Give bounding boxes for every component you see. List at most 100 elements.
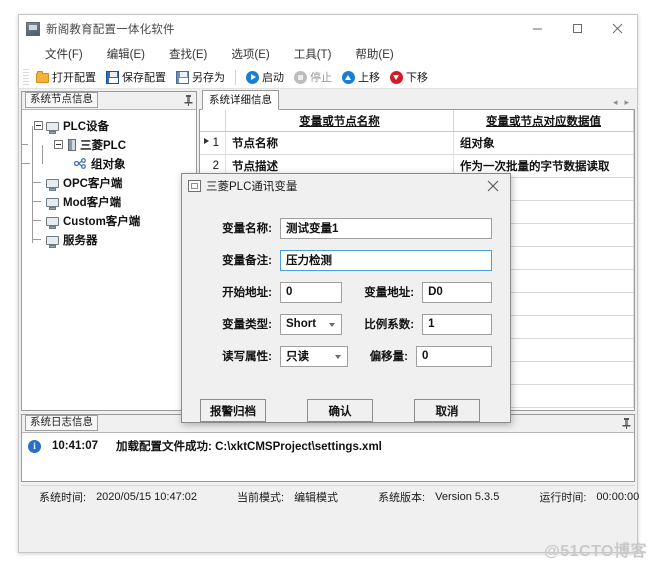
system-node-tree: PLC设备 三菱PLC: [22, 110, 196, 410]
scroll-right-icon[interactable]: ▸: [624, 98, 629, 107]
tab-system-detail[interactable]: 系统详细信息: [202, 90, 279, 110]
start-address-input[interactable]: 0: [280, 282, 342, 303]
tree-connector-line: [32, 220, 41, 221]
menu-find[interactable]: 查找(E): [157, 43, 219, 66]
rw-attribute-value: 只读: [286, 348, 309, 364]
close-icon[interactable]: [597, 15, 637, 42]
system-node-panel-title: 系统节点信息: [25, 92, 98, 108]
minimize-icon[interactable]: [517, 15, 557, 42]
tree-node-label: OPC客户端: [63, 175, 122, 191]
system-log-panel-title: 系统日志信息: [25, 415, 98, 431]
stop-icon: [294, 71, 307, 84]
status-version-label: 系统版本:: [378, 489, 425, 505]
var-remark-input[interactable]: 压力检测: [280, 250, 492, 271]
pin-icon[interactable]: [182, 94, 194, 107]
status-bar: 系统时间: 2020/05/15 10:47:02 当前模式: 编辑模式 系统版…: [21, 485, 635, 508]
window-controls: [517, 15, 637, 42]
open-config-label: 打开配置: [52, 69, 96, 85]
tree-node-group-object[interactable]: 组对象: [28, 154, 196, 173]
menu-options[interactable]: 选项(E): [219, 43, 281, 66]
tree-node-mitsubishi-plc[interactable]: 三菱PLC: [28, 135, 196, 154]
toolbar-grip[interactable]: [23, 69, 29, 85]
log-message: 加载配置文件成功: C:\xktCMSProject\settings.xml: [116, 438, 382, 454]
tree-connector-line: [32, 239, 41, 240]
tree-node-server[interactable]: 服务器: [28, 230, 196, 249]
window-title: 新阁教育配置一体化软件: [46, 21, 175, 37]
stop-label: 停止: [310, 69, 332, 85]
dialog-title-bar: 三菱PLC通讯变量: [182, 174, 510, 198]
scroll-left-icon[interactable]: ◂: [613, 98, 618, 107]
tree-node-opc-client[interactable]: OPC客户端: [28, 173, 196, 192]
start-button[interactable]: 启动: [241, 68, 289, 86]
var-type-label: 变量类型:: [200, 316, 280, 332]
confirm-button[interactable]: 确认: [307, 399, 373, 422]
dialog-icon: [188, 180, 201, 192]
main-window: 新阁教育配置一体化软件 文件(F) 编辑(E) 查找(E) 选项(E) 工具(T…: [18, 14, 638, 553]
move-down-button[interactable]: 下移: [385, 68, 433, 86]
rw-attribute-label: 读写属性:: [200, 348, 280, 364]
menu-file[interactable]: 文件(F): [33, 43, 95, 66]
maximize-icon[interactable]: [557, 15, 597, 42]
status-runtime: 运行时间: 00:00:00: [539, 489, 639, 505]
pin-icon[interactable]: [620, 417, 632, 430]
computer-icon: [46, 217, 59, 226]
var-name-input[interactable]: 测试变量1: [280, 218, 492, 239]
system-node-panel: 系统节点信息 PLC设备: [21, 91, 197, 411]
move-up-button[interactable]: 上移: [337, 68, 385, 86]
field-row-var-name: 变量名称: 测试变量1: [200, 212, 492, 244]
ratio-label: 比例系数:: [364, 316, 414, 332]
field-row-rw: 读写属性: 只读 偏移量: 0: [200, 340, 492, 372]
save-config-button[interactable]: 保存配置: [101, 68, 171, 86]
field-row-type: 变量类型: Short 比例系数: 1: [200, 308, 492, 340]
chevron-down-icon: [335, 355, 341, 359]
table-row[interactable]: 1 节点名称 组对象: [200, 132, 634, 155]
status-system-time-value: 2020/05/15 10:47:02: [96, 491, 197, 503]
toolbar: 打开配置 保存配置 另存为 启动 停止 上移: [19, 66, 637, 89]
system-log-list: i 10:41:07 加载配置文件成功: C:\xktCMSProject\se…: [22, 433, 634, 481]
var-address-label: 变量地址:: [364, 284, 414, 300]
computer-icon: [46, 179, 59, 188]
tree-node-mod-client[interactable]: Mod客户端: [28, 192, 196, 211]
dialog-buttons: 报警归档 确认 取消: [182, 389, 510, 422]
expander-icon[interactable]: [34, 121, 43, 130]
cancel-button[interactable]: 取消: [414, 399, 480, 422]
status-runtime-label: 运行时间:: [539, 489, 586, 505]
var-type-select[interactable]: Short: [280, 314, 342, 335]
menu-help[interactable]: 帮助(E): [343, 43, 405, 66]
dialog-body: 变量名称: 测试变量1 变量备注: 压力检测 开始地址: 0 变量地址: D0 …: [182, 198, 510, 389]
tree-connector-line: [22, 144, 28, 145]
grid-header-select: [200, 110, 226, 131]
offset-input[interactable]: 0: [416, 346, 492, 367]
alarm-archive-button[interactable]: 报警归档: [200, 399, 266, 422]
expander-icon[interactable]: [54, 140, 63, 149]
open-config-button[interactable]: 打开配置: [31, 68, 101, 86]
info-icon: i: [28, 440, 41, 453]
plc-variable-dialog: 三菱PLC通讯变量 变量名称: 测试变量1 变量备注: 压力检测 开始地址: 0: [181, 173, 511, 423]
grid-header-value[interactable]: 变量或节点对应数据值: [454, 110, 634, 131]
computer-icon: [46, 198, 59, 207]
rw-attribute-select[interactable]: 只读: [280, 346, 348, 367]
play-icon: [246, 71, 259, 84]
tree-node-plc-device[interactable]: PLC设备: [28, 116, 196, 135]
status-version-value: Version 5.3.5: [435, 491, 499, 503]
folder-open-icon: [36, 73, 49, 83]
menu-tools[interactable]: 工具(T): [282, 43, 344, 66]
list-item[interactable]: i 10:41:07 加载配置文件成功: C:\xktCMSProject\se…: [22, 437, 634, 455]
dialog-title: 三菱PLC通讯变量: [206, 178, 297, 194]
status-mode-label: 当前模式:: [237, 489, 284, 505]
arrow-up-icon: [342, 71, 355, 84]
ratio-input[interactable]: 1: [422, 314, 492, 335]
grid-header-name[interactable]: 变量或节点名称: [226, 110, 454, 131]
dialog-close-icon[interactable]: [476, 174, 510, 198]
stop-button[interactable]: 停止: [289, 68, 337, 86]
system-node-panel-caption: 系统节点信息: [22, 92, 196, 110]
save-config-label: 保存配置: [122, 69, 166, 85]
tree-node-custom-client[interactable]: Custom客户端: [28, 211, 196, 230]
status-system-time: 系统时间: 2020/05/15 10:47:02: [39, 489, 197, 505]
var-address-input[interactable]: D0: [422, 282, 492, 303]
toolbar-separator: [235, 70, 236, 85]
current-row-caret: [204, 138, 209, 144]
grid-header-row: 变量或节点名称 变量或节点对应数据值: [200, 110, 634, 132]
menu-edit[interactable]: 编辑(E): [95, 43, 157, 66]
save-as-button[interactable]: 另存为: [171, 68, 230, 86]
